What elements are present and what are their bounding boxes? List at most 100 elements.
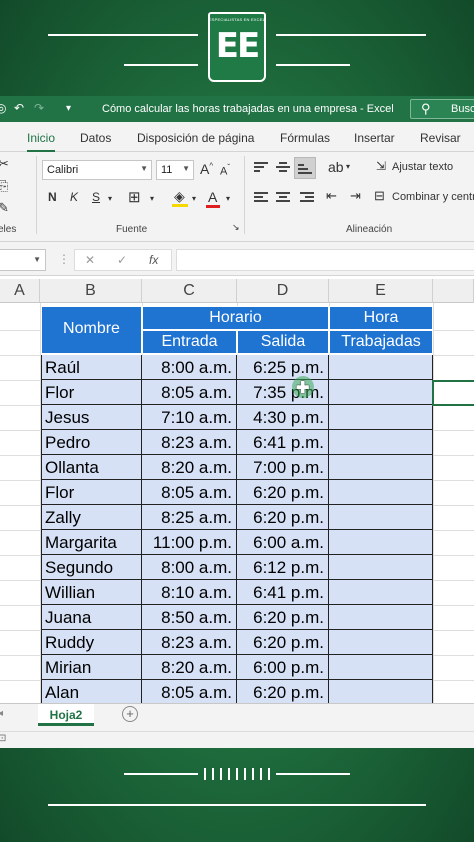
cell-entrada[interactable]: 8:50 a.m. bbox=[142, 605, 237, 630]
chevron-down-icon[interactable]: ▾ bbox=[192, 194, 196, 203]
cell-nombre[interactable]: Alan bbox=[41, 680, 142, 705]
align-middle-icon[interactable] bbox=[276, 162, 290, 174]
cell-salida[interactable]: 7:35 p.m. bbox=[237, 380, 329, 405]
font-color-icon[interactable]: A bbox=[208, 189, 217, 205]
redo-icon[interactable]: ↷ bbox=[34, 101, 44, 115]
cell-entrada[interactable]: 7:10 a.m. bbox=[142, 405, 237, 430]
cell-salida[interactable]: 6:20 p.m. bbox=[237, 480, 329, 505]
cell-nombre[interactable]: Margarita bbox=[41, 530, 142, 555]
font-size-select[interactable]: 11 ▼ bbox=[156, 160, 194, 180]
merge-center-label[interactable]: Combinar y centr bbox=[392, 191, 474, 203]
cell-nombre[interactable]: Flor bbox=[41, 380, 142, 405]
cell-salida[interactable]: 6:20 p.m. bbox=[237, 505, 329, 530]
column-header-d[interactable]: D bbox=[237, 279, 329, 303]
column-header-e[interactable]: E bbox=[329, 279, 433, 303]
cell-salida[interactable]: 6:20 p.m. bbox=[237, 630, 329, 655]
cell-nombre[interactable]: Flor bbox=[41, 480, 142, 505]
cell-entrada[interactable]: 11:00 p.m. bbox=[142, 530, 237, 555]
cancel-icon[interactable]: ✕ bbox=[85, 253, 95, 267]
cell-salida[interactable]: 7:00 p.m. bbox=[237, 455, 329, 480]
cut-icon[interactable]: ✂ bbox=[0, 156, 9, 172]
macro-record-icon[interactable]: ⊡ bbox=[0, 733, 6, 744]
chevron-down-icon[interactable]: ▾ bbox=[346, 162, 350, 171]
tab-disposicion[interactable]: Disposición de página bbox=[137, 131, 254, 145]
cell-horas-trabajadas[interactable] bbox=[329, 530, 433, 555]
fill-color-icon[interactable]: ◈ bbox=[174, 188, 185, 205]
increase-indent-icon[interactable]: ⇥ bbox=[350, 188, 361, 204]
cell-entrada[interactable]: 8:10 a.m. bbox=[142, 580, 237, 605]
cell-horas-trabajadas[interactable] bbox=[329, 505, 433, 530]
cell-horas-trabajadas[interactable] bbox=[329, 405, 433, 430]
column-header-c[interactable]: C bbox=[142, 279, 237, 303]
copy-icon[interactable]: ⎘ bbox=[0, 178, 8, 194]
add-sheet-icon[interactable]: + bbox=[122, 706, 138, 722]
cell-horas-trabajadas[interactable] bbox=[329, 355, 433, 380]
formula-input[interactable] bbox=[176, 249, 474, 271]
align-bottom-button[interactable] bbox=[294, 157, 316, 179]
cell-horas-trabajadas[interactable] bbox=[329, 580, 433, 605]
orientation-icon[interactable]: ab bbox=[328, 159, 344, 175]
cell-horas-trabajadas[interactable] bbox=[329, 430, 433, 455]
merge-center-icon[interactable]: ⊟ bbox=[374, 188, 385, 204]
font-name-select[interactable]: Calibri ▼ bbox=[42, 160, 152, 180]
tab-formulas[interactable]: Fórmulas bbox=[280, 131, 330, 145]
cell-salida[interactable]: 6:00 a.m. bbox=[237, 530, 329, 555]
cell-horas-trabajadas[interactable] bbox=[329, 455, 433, 480]
cell-salida[interactable]: 4:30 p.m. bbox=[237, 405, 329, 430]
cell-nombre[interactable]: Zally bbox=[41, 505, 142, 530]
bold-icon[interactable]: N bbox=[48, 190, 57, 204]
cell-entrada[interactable]: 8:23 a.m. bbox=[142, 630, 237, 655]
name-box[interactable]: ▼ bbox=[0, 249, 46, 271]
align-top-icon[interactable] bbox=[254, 162, 268, 174]
cell-horas-trabajadas[interactable] bbox=[329, 655, 433, 680]
cell-entrada[interactable]: 8:00 a.m. bbox=[142, 355, 237, 380]
cell-entrada[interactable]: 8:20 a.m. bbox=[142, 655, 237, 680]
cell-nombre[interactable]: Jesus bbox=[41, 405, 142, 430]
cell-salida[interactable]: 6:41 p.m. bbox=[237, 430, 329, 455]
cell-entrada[interactable]: 8:05 a.m. bbox=[142, 380, 237, 405]
insert-function-icon[interactable]: fx bbox=[149, 253, 158, 267]
cell-salida[interactable]: 6:41 p.m. bbox=[237, 580, 329, 605]
borders-icon[interactable]: ⊞ bbox=[128, 188, 141, 206]
undo-icon[interactable]: ↶ bbox=[14, 101, 24, 115]
underline-icon[interactable]: S bbox=[92, 190, 100, 204]
align-center-icon[interactable] bbox=[276, 192, 290, 204]
cell-entrada[interactable]: 8:25 a.m. bbox=[142, 505, 237, 530]
column-header-b[interactable]: B bbox=[40, 279, 142, 303]
cell-nombre[interactable]: Segundo bbox=[41, 555, 142, 580]
search-box[interactable]: ⚲ Busc bbox=[410, 99, 474, 119]
format-painter-icon[interactable]: ✎ bbox=[0, 200, 9, 216]
cell-entrada[interactable]: 8:20 a.m. bbox=[142, 455, 237, 480]
customize-toolbar-icon[interactable]: ▾ bbox=[66, 103, 71, 114]
cell-entrada[interactable]: 8:23 a.m. bbox=[142, 430, 237, 455]
scroll-sheets-left-icon[interactable]: ◂ bbox=[0, 708, 3, 719]
chevron-down-icon[interactable]: ▾ bbox=[108, 194, 112, 203]
decrease-font-icon[interactable]: Aˇ bbox=[220, 163, 230, 178]
tab-inicio[interactable]: Inicio bbox=[27, 131, 56, 153]
cell-salida[interactable]: 6:20 p.m. bbox=[237, 605, 329, 630]
cell-horas-trabajadas[interactable] bbox=[329, 380, 433, 405]
cell-nombre[interactable]: Mirian bbox=[41, 655, 142, 680]
cell-entrada[interactable]: 8:05 a.m. bbox=[142, 480, 237, 505]
tab-insertar[interactable]: Insertar bbox=[354, 131, 395, 145]
cell-salida[interactable]: 6:12 p.m. bbox=[237, 555, 329, 580]
italic-icon[interactable]: K bbox=[70, 190, 78, 204]
cell-salida[interactable]: 6:00 p.m. bbox=[237, 655, 329, 680]
cell-salida[interactable]: 6:20 p.m. bbox=[237, 680, 329, 705]
cell-salida[interactable]: 6:25 p.m. bbox=[237, 355, 329, 380]
cell-horas-trabajadas[interactable] bbox=[329, 630, 433, 655]
sheet-tab-hoja2[interactable]: Hoja2 bbox=[38, 704, 94, 726]
chevron-down-icon[interactable]: ▾ bbox=[226, 194, 230, 203]
cell-nombre[interactable]: Raúl bbox=[41, 355, 142, 380]
tab-datos[interactable]: Datos bbox=[80, 131, 111, 145]
wrap-text-icon[interactable]: ⇲ bbox=[376, 159, 386, 173]
enter-icon[interactable]: ✓ bbox=[117, 253, 127, 267]
cell-horas-trabajadas[interactable] bbox=[329, 480, 433, 505]
cell-nombre[interactable]: Juana bbox=[41, 605, 142, 630]
cell-horas-trabajadas[interactable] bbox=[329, 605, 433, 630]
touch-mode-icon[interactable]: ◎ bbox=[0, 101, 6, 115]
cell-entrada[interactable]: 8:00 a.m. bbox=[142, 555, 237, 580]
cell-horas-trabajadas[interactable] bbox=[329, 555, 433, 580]
column-header-a[interactable]: A bbox=[0, 279, 40, 303]
selected-cell[interactable] bbox=[432, 380, 474, 406]
